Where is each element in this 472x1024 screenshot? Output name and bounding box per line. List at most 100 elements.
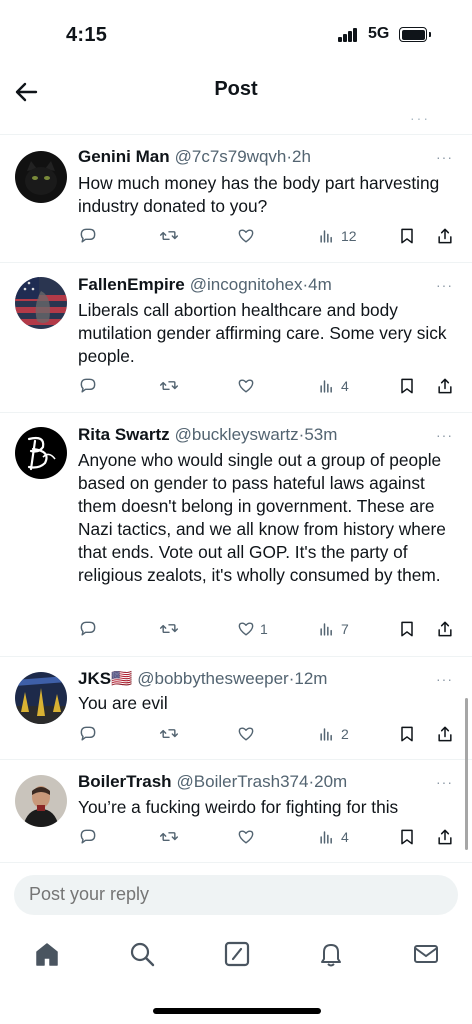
bookmark-button[interactable] xyxy=(397,225,417,247)
avatar[interactable] xyxy=(15,672,67,724)
more-options-button[interactable]: ··· xyxy=(436,427,453,443)
tab-messages[interactable] xyxy=(410,938,442,970)
reply-text: Liberals call abortion healthcare and bo… xyxy=(78,300,447,366)
share-button[interactable] xyxy=(435,826,455,848)
author-handle[interactable]: @incognitohex xyxy=(190,275,303,294)
views-button[interactable]: 12 xyxy=(317,225,357,247)
bookmark-button[interactable] xyxy=(397,618,417,640)
bar-chart-icon xyxy=(320,623,332,636)
reply-item[interactable]: FallenEmpire @incognitohex·4m ··· Liberal… xyxy=(0,263,472,413)
action-bar: 4 xyxy=(78,826,464,848)
reply-button[interactable] xyxy=(78,225,98,247)
views-count: 2 xyxy=(341,726,349,742)
repost-arrows-icon xyxy=(159,832,179,842)
reply-button[interactable] xyxy=(78,618,98,640)
home-icon xyxy=(36,943,58,966)
post-time: ·20m xyxy=(308,772,348,791)
avatar[interactable] xyxy=(15,427,67,479)
bar-chart-icon xyxy=(320,831,332,844)
reply-text: You’re a fucking weirdo for fighting for… xyxy=(78,797,399,817)
repost-button[interactable] xyxy=(159,723,179,745)
like-button[interactable] xyxy=(236,375,260,397)
repost-arrows-icon xyxy=(159,729,179,739)
share-upload-icon xyxy=(438,378,452,394)
cellular-signal-icon xyxy=(338,28,360,42)
share-button[interactable] xyxy=(435,225,455,247)
bar-chart-icon xyxy=(320,380,332,393)
bottom-tab-bar xyxy=(0,932,472,984)
tab-compose[interactable] xyxy=(221,938,253,970)
avatar[interactable] xyxy=(15,277,67,329)
reply-button[interactable] xyxy=(78,723,98,745)
home-indicator xyxy=(153,1008,321,1014)
avatar[interactable] xyxy=(15,775,67,827)
author-handle[interactable]: @bobbythesweeper xyxy=(137,669,288,688)
reply-item[interactable]: Genini Man @7c7s79wqvh·2h ··· How much mo… xyxy=(0,135,472,263)
reply-button[interactable] xyxy=(78,826,98,848)
avatar[interactable] xyxy=(15,151,67,203)
share-upload-icon xyxy=(438,228,452,244)
bookmark-button[interactable] xyxy=(397,723,417,745)
author-name[interactable]: Rita Swartz xyxy=(78,425,170,444)
compose-icon xyxy=(224,941,250,967)
share-upload-icon xyxy=(438,829,452,845)
like-button[interactable]: 1 xyxy=(236,618,268,640)
share-upload-icon xyxy=(438,621,452,637)
author-handle[interactable]: @buckleyswartz xyxy=(175,425,299,444)
heart-icon xyxy=(238,727,254,741)
bar-chart-icon xyxy=(320,230,332,243)
share-button[interactable] xyxy=(435,375,455,397)
post-time: ·53m xyxy=(298,425,338,444)
more-options-button[interactable]: ··· xyxy=(436,277,453,293)
like-button[interactable] xyxy=(236,723,260,745)
network-type: 5G xyxy=(368,25,390,42)
reply-item[interactable]: BoilerTrash @BoilerTrash374·20m ··· You’r… xyxy=(0,760,472,863)
messages-envelope-icon xyxy=(414,945,438,963)
author-name[interactable]: Genini Man xyxy=(78,147,170,166)
share-button[interactable] xyxy=(435,723,455,745)
author-name[interactable]: FallenEmpire xyxy=(78,275,185,294)
author-line: Rita Swartz @buckleyswartz·53m xyxy=(78,425,337,445)
repost-button[interactable] xyxy=(159,375,179,397)
tab-search[interactable] xyxy=(126,938,158,970)
repost-button[interactable] xyxy=(159,618,179,640)
reply-text: How much money has the body part harvest… xyxy=(78,173,440,216)
views-button[interactable]: 2 xyxy=(317,723,349,745)
share-button[interactable] xyxy=(435,618,455,640)
search-icon xyxy=(130,942,155,967)
like-button[interactable] xyxy=(236,826,260,848)
more-options-button[interactable]: ··· xyxy=(436,774,453,790)
author-name[interactable]: BoilerTrash xyxy=(78,772,172,791)
reply-input[interactable] xyxy=(29,884,429,905)
tab-notifications[interactable] xyxy=(315,938,347,970)
views-count: 4 xyxy=(341,378,349,394)
reply-item[interactable]: JKS🇺🇸 @bobbythesweeper·12m ··· You are ev… xyxy=(0,657,472,760)
author-handle[interactable]: @BoilerTrash374 xyxy=(177,772,309,791)
more-options-button[interactable]: ··· xyxy=(436,671,453,687)
reply-button[interactable] xyxy=(78,375,98,397)
back-button[interactable] xyxy=(10,76,42,108)
bookmark-button[interactable] xyxy=(397,826,417,848)
tab-home[interactable] xyxy=(31,938,63,970)
reply-composer[interactable] xyxy=(14,875,458,915)
action-bar: 12 xyxy=(78,225,464,247)
views-button[interactable]: 7 xyxy=(317,618,349,640)
views-count: 7 xyxy=(341,621,349,637)
bookmark-button[interactable] xyxy=(397,375,417,397)
bookmark-icon xyxy=(401,621,413,637)
author-name[interactable]: JKS🇺🇸 xyxy=(78,669,132,688)
like-button[interactable] xyxy=(236,225,260,247)
repost-arrows-icon xyxy=(159,624,179,634)
scrollbar[interactable] xyxy=(465,698,468,850)
repost-arrows-icon xyxy=(159,231,179,241)
heart-icon xyxy=(238,830,254,844)
author-handle[interactable]: @7c7s79wqvh xyxy=(175,147,287,166)
views-button[interactable]: 4 xyxy=(317,826,349,848)
more-options-button[interactable]: ··· xyxy=(436,149,453,165)
reply-item[interactable]: Rita Swartz @buckleyswartz·53m ··· Anyone… xyxy=(0,413,472,657)
top-bar: Post xyxy=(0,70,472,120)
repost-button[interactable] xyxy=(159,225,179,247)
repost-button[interactable] xyxy=(159,826,179,848)
views-button[interactable]: 4 xyxy=(317,375,349,397)
reply-text: Anyone who would single out a group of p… xyxy=(78,450,446,585)
